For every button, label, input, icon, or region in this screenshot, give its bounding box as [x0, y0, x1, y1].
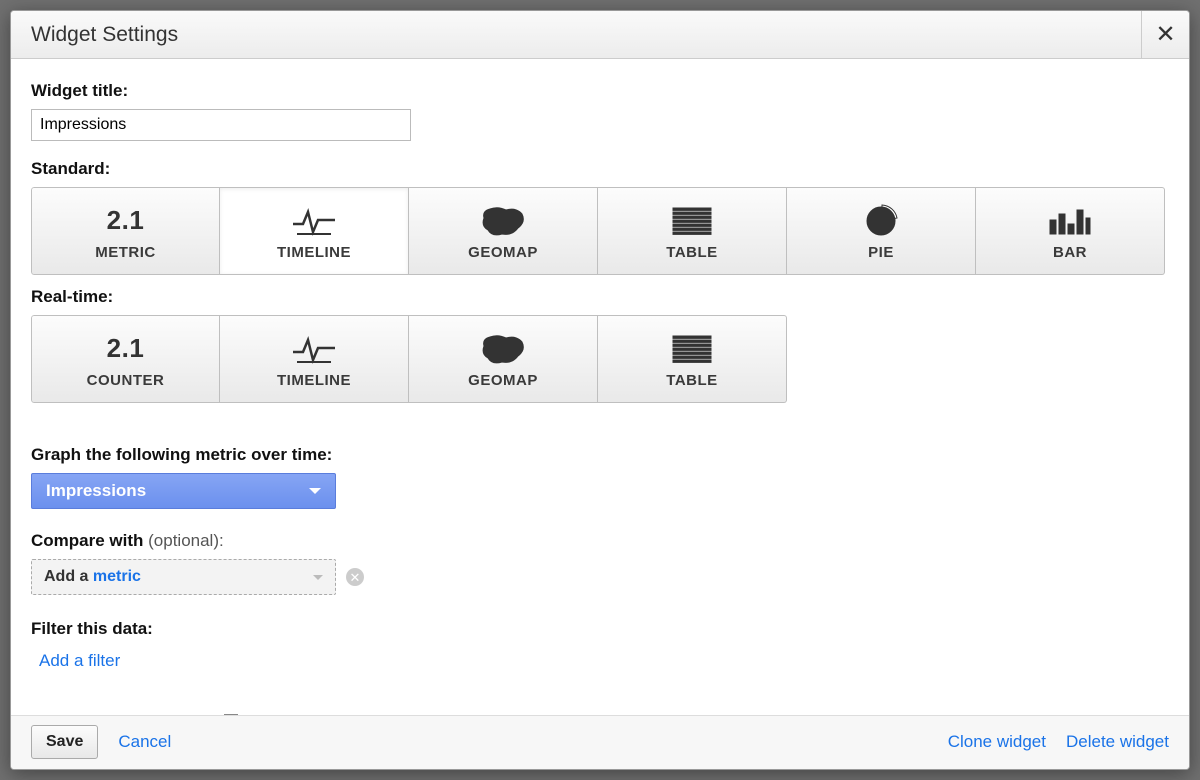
- graph-metric-label: Graph the following metric over time:: [31, 445, 1169, 465]
- timeline-icon: [291, 202, 337, 240]
- compare-metric-select[interactable]: Add a metric: [31, 559, 336, 595]
- type-label: GEOMAP: [468, 244, 538, 261]
- realtime-type-timeline[interactable]: TIMELINE: [220, 315, 409, 403]
- filter-label: Filter this data:: [31, 619, 1169, 639]
- type-label: TIMELINE: [277, 372, 351, 389]
- realtime-type-table[interactable]: TABLE: [598, 315, 787, 403]
- add-filter-link[interactable]: Add a filter: [39, 651, 120, 671]
- standard-type-table[interactable]: TABLE: [598, 187, 787, 275]
- metric-select[interactable]: Impressions: [31, 473, 336, 509]
- close-icon: ✕: [1155, 20, 1175, 49]
- dialog-body: Widget title: Standard: 2.1 METRIC TIMELIN…: [11, 59, 1189, 715]
- two-one-icon: 2.1: [107, 202, 145, 240]
- remove-compare-button[interactable]: ✕: [346, 568, 364, 586]
- realtime-type-geomap[interactable]: GEOMAP: [409, 315, 598, 403]
- compare-label: Compare with (optional):: [31, 531, 1169, 551]
- type-label: TABLE: [666, 372, 717, 389]
- dialog-title: Widget Settings: [11, 23, 178, 47]
- geomap-icon: [478, 202, 528, 240]
- standard-type-pie[interactable]: PIE: [787, 187, 976, 275]
- realtime-label: Real-time:: [31, 287, 1169, 307]
- pie-icon: [864, 202, 898, 240]
- type-label: METRIC: [95, 244, 156, 261]
- timeline-icon: [291, 330, 337, 368]
- standard-type-timeline[interactable]: TIMELINE: [220, 187, 409, 275]
- table-icon: [671, 330, 713, 368]
- dialog-header: Widget Settings ✕: [11, 11, 1189, 59]
- type-label: COUNTER: [87, 372, 165, 389]
- compare-prefix: Add a: [44, 568, 93, 585]
- type-label: BAR: [1053, 244, 1087, 261]
- widget-title-label: Widget title:: [31, 81, 1169, 101]
- realtime-type-row: 2.1 COUNTER TIMELINE GEOMAP TABLE: [31, 315, 1169, 403]
- type-label: PIE: [868, 244, 894, 261]
- standard-type-geomap[interactable]: GEOMAP: [409, 187, 598, 275]
- widget-title-input[interactable]: [31, 109, 411, 141]
- close-button[interactable]: ✕: [1141, 11, 1189, 59]
- cancel-link[interactable]: Cancel: [118, 732, 171, 752]
- type-label: TABLE: [666, 244, 717, 261]
- standard-label: Standard:: [31, 159, 1169, 179]
- realtime-type-counter[interactable]: 2.1 COUNTER: [31, 315, 220, 403]
- geomap-icon: [478, 330, 528, 368]
- metric-select-value: Impressions: [46, 481, 146, 501]
- table-icon: [671, 202, 713, 240]
- widget-settings-dialog: Widget Settings ✕ Widget title: Standard…: [10, 10, 1190, 770]
- caret-down-icon: [309, 488, 321, 494]
- save-button[interactable]: Save: [31, 725, 98, 759]
- type-label: TIMELINE: [277, 244, 351, 261]
- caret-down-icon: [313, 575, 323, 580]
- type-label: GEOMAP: [468, 372, 538, 389]
- standard-type-metric[interactable]: 2.1 METRIC: [31, 187, 220, 275]
- two-one-icon: 2.1: [107, 330, 145, 368]
- delete-widget-link[interactable]: Delete widget: [1066, 732, 1169, 752]
- clone-widget-link[interactable]: Clone widget: [948, 732, 1046, 752]
- standard-type-row: 2.1 METRIC TIMELINE GEOMAP TABLE PIE BAR: [31, 187, 1169, 275]
- compare-metric-link: metric: [93, 568, 141, 585]
- dialog-footer: Save Cancel Clone widget Delete widget: [11, 715, 1189, 769]
- standard-type-bar[interactable]: BAR: [976, 187, 1165, 275]
- bar-icon: [1048, 202, 1092, 240]
